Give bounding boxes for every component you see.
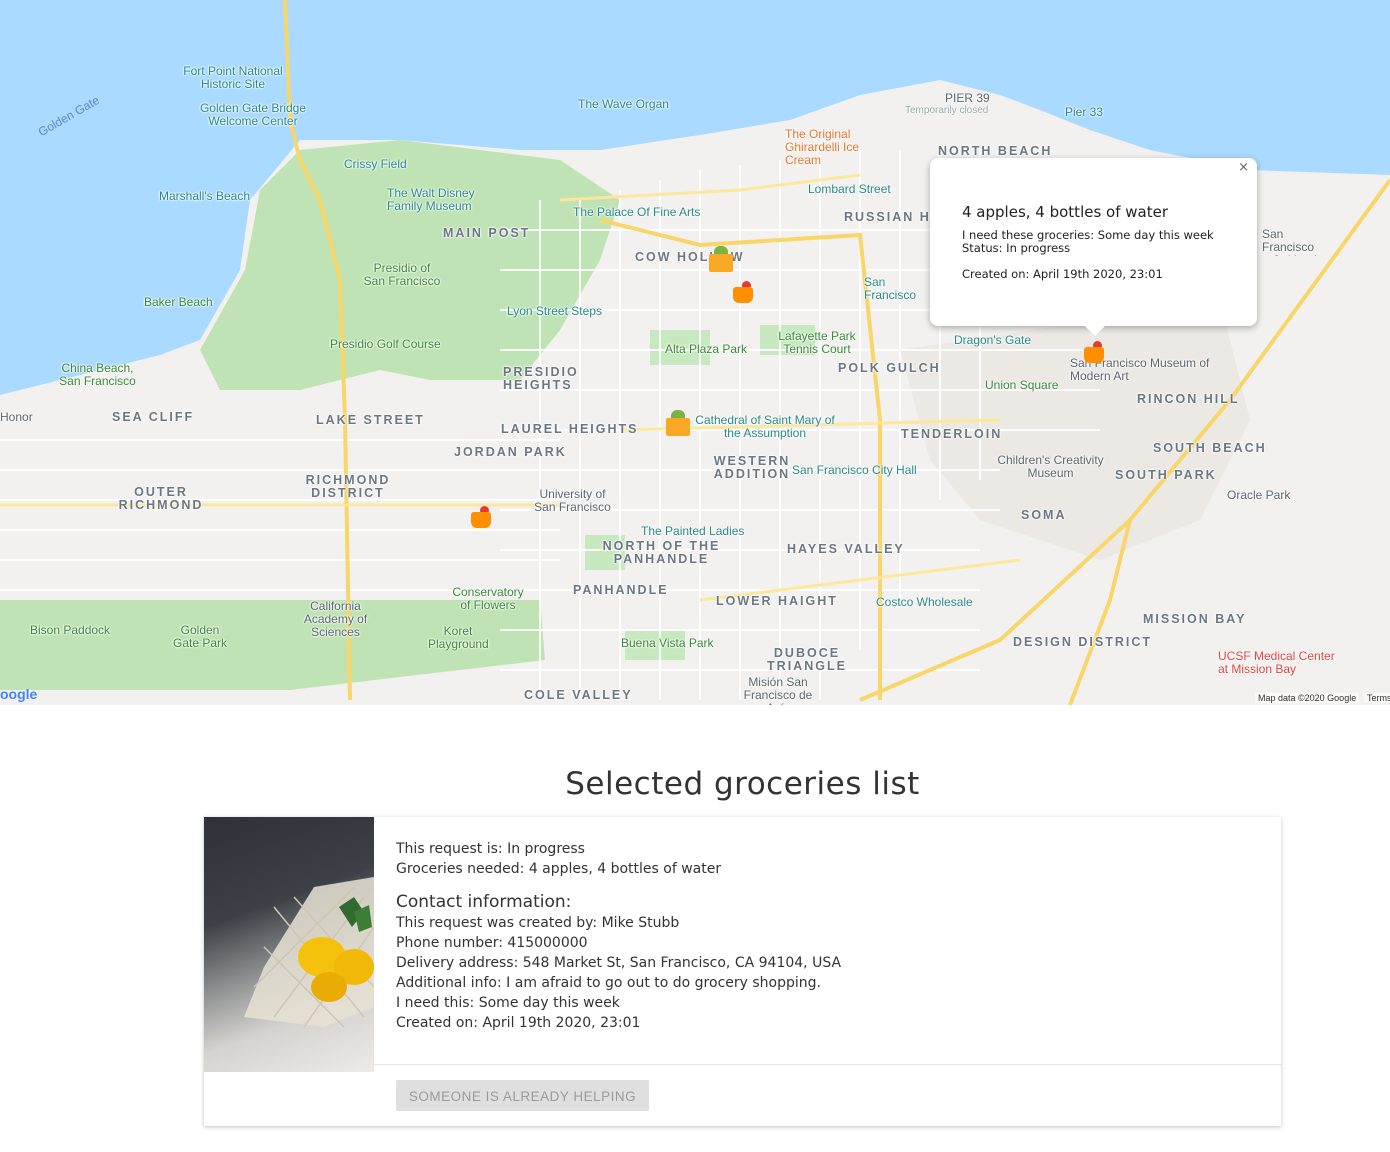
district-label: LOWER HAIGHT [716,594,838,608]
poi-ucsf[interactable]: UCSF Medical Center at Mission Bay [1218,650,1343,676]
district-label: SOUTH BEACH [1153,441,1267,455]
map-attribution: Map data ©2020 Google [1255,693,1360,703]
grocery-marker-selected[interactable] [1084,341,1104,363]
district-label: LAUREL HEIGHTS [501,422,639,436]
poi-cable-car[interactable]: San Francisco Cable Car Museum [864,276,930,302]
contact-heading: Contact information: [396,892,572,912]
info-window-status: Status: In progress [962,241,1071,255]
poi-cal-academy[interactable]: California Academy of Sciences [288,600,383,639]
poi-baker-beach[interactable]: Baker Beach [144,296,213,309]
close-icon[interactable]: × [1238,160,1249,175]
closed-label: Temporarily closed [905,105,989,116]
poi-walt-disney[interactable]: The Walt Disney Family Museum [387,187,482,213]
grocery-marker[interactable] [733,281,753,303]
district-label: RUSSIAN HI [844,210,937,224]
district-label: TENDERLOIN [901,427,1003,441]
card-divider [374,1064,1281,1065]
groceries-image [204,817,374,1072]
district-label: COLE VALLEY [524,688,633,702]
poi-painted-ladies[interactable]: The Painted Ladies [641,525,744,538]
district-label: DESIGN DISTRICT [1013,635,1153,649]
info-window-created: Created on: April 19th 2020, 23:01 [962,267,1163,281]
poi-lafayette[interactable]: Lafayette Park Tennis Court [772,330,862,356]
poi-fort-point[interactable]: Fort Point National Historic Site [178,65,288,91]
poi-lombard[interactable]: Lombard Street [808,183,891,196]
groceries-needed: Groceries needed: 4 apples, 4 bottles of… [396,861,722,877]
district-label: NORTH BEACH [938,144,1053,158]
poi-palace-fine-arts[interactable]: The Palace Of Fine Arts [573,206,700,219]
district-label: HAYES VALLEY [787,542,905,556]
map[interactable]: Golden Gate Fort Point National Historic… [0,0,1390,705]
district-label: DUBOCE TRIANGLE [767,646,847,673]
district-label: SOMA [1021,508,1067,522]
district-label: POLK GULCH [838,361,941,375]
terms-link[interactable]: Terms [1364,693,1390,703]
poi-costco[interactable]: Costco Wholesale [876,596,973,609]
district-label: RINCON HILL [1137,392,1240,406]
poi-gg-park[interactable]: Golden Gate Park [170,624,230,650]
poi-gg-bridge-center[interactable]: Golden Gate Bridge Welcome Center [198,102,308,128]
district-label: RICHMOND DISTRICT [305,473,391,500]
district-label: PRESIDIO HEIGHTS [503,365,579,392]
district-label: MISSION BAY [1143,612,1247,626]
phone-number: Phone number: 415000000 [396,935,588,951]
poi-pier33[interactable]: Pier 33 [1065,106,1103,119]
poi-cathedral[interactable]: Cathedral of Saint Mary of the Assumptio… [695,414,835,440]
district-label: PANHANDLE [573,583,669,597]
request-status: This request is: In progress [396,841,585,857]
district-label: NORTH OF THE PANHANDLE [602,539,721,566]
poi-conservatory[interactable]: Conservatory of Flowers [448,586,528,612]
poi-ghirardelli[interactable]: The Original Ghirardelli Ice Cream [785,128,865,167]
grocery-marker[interactable] [709,246,733,272]
poi-city-hall[interactable]: San Francisco City Hall [792,464,917,477]
info-window: × 4 apples, 4 bottles of water I need th… [930,158,1257,336]
delivery-address: Delivery address: 548 Market St, San Fra… [396,955,842,971]
poi-alta-plaza[interactable]: Alta Plaza Park [665,343,747,356]
district-label: MAIN POST [443,226,531,240]
grocery-request-card: This request is: In progress Groceries n… [204,817,1281,1126]
poi-dragons-gate[interactable]: Dragon's Gate [954,334,1031,347]
poi-koret[interactable]: Koret Playground [428,625,489,651]
poi-bison[interactable]: Bison Paddock [30,624,110,637]
already-helping-button[interactable]: SOMEONE IS ALREADY HELPING [396,1080,649,1111]
district-label: LAKE STREET [316,413,425,427]
poi-union-square[interactable]: Union Square [985,379,1058,392]
district-label: SOUTH PARK [1115,468,1217,482]
poi-childrens-museum[interactable]: Children's Creativity Museum [993,454,1108,480]
google-logo[interactable]: oogle [0,686,37,702]
poi-presidio[interactable]: Presidio of San Francisco [362,262,442,288]
additional-info: Additional info: I am afraid to go out t… [396,975,821,991]
poi-china-beach[interactable]: China Beach, San Francisco [55,362,140,388]
poi-wave-organ[interactable]: The Wave Organ [578,98,669,111]
district-label: JORDAN PARK [454,445,567,459]
info-window-title: 4 apples, 4 bottles of water [962,203,1169,221]
poi-oracle-park[interactable]: Oracle Park [1227,489,1290,502]
created-by: This request was created by: Mike Stubb [396,915,680,931]
poi-lyon-steps[interactable]: Lyon Street Steps [507,305,602,318]
grocery-marker[interactable] [666,410,690,436]
poi-marshalls-beach[interactable]: Marshall's Beach [159,190,250,203]
poi-presidio-golf[interactable]: Presidio Golf Course [330,338,441,351]
poi-crissy-field[interactable]: Crissy Field [344,158,407,171]
district-label: OUTER RICHMOND [118,485,204,512]
page-title: Selected groceries list [565,766,920,802]
poi-usf[interactable]: University of San Francisco [530,488,615,514]
poi-bay-bridge[interactable]: San Francisco – Oakland Bay Bridge [1262,228,1324,256]
poi-buena-vista[interactable]: Buena Vista Park [621,637,714,650]
district-label: SEA CLIFF [112,410,195,424]
poi-honor[interactable]: Honor [0,411,33,424]
need-by: I need this: Some day this week [396,995,620,1011]
created-on: Created on: April 19th 2020, 23:01 [396,1015,641,1031]
district-label: WESTERN ADDITION [713,454,791,481]
poi-mission-dolores[interactable]: Misión San Francisco de Asís [738,676,818,706]
grocery-marker[interactable] [471,506,491,528]
